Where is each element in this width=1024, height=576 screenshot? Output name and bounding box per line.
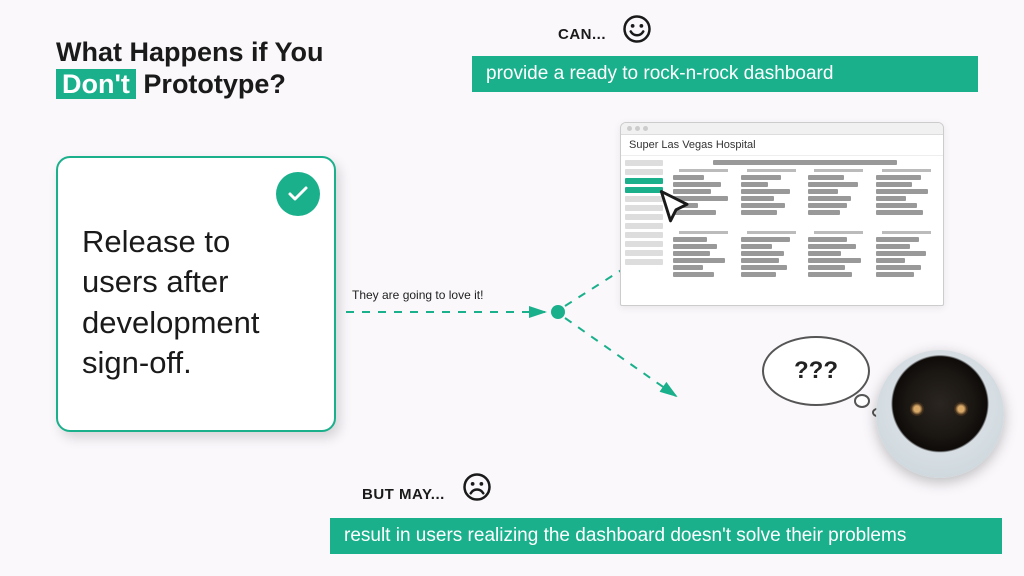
title-highlight: Don't xyxy=(56,69,136,99)
check-badge xyxy=(276,172,320,216)
sad-face-icon xyxy=(462,472,492,502)
can-label: CAN... xyxy=(558,26,606,43)
cursor-icon xyxy=(654,186,698,230)
dashboard-title: Super Las Vegas Hospital xyxy=(621,135,943,156)
branch-node xyxy=(551,305,565,319)
dashboard-main xyxy=(667,156,943,304)
thought-bubble: ??? xyxy=(762,336,882,428)
butmay-label: BUT MAY... xyxy=(362,486,445,503)
release-card: Release to users after development sign-… xyxy=(56,156,336,432)
butmay-banner: result in users realizing the dashboard … xyxy=(330,518,1002,554)
slide-title: What Happens if You Don't Prototype? xyxy=(56,36,324,101)
title-line2-rest: Prototype? xyxy=(143,69,286,99)
dashboard-sidebar xyxy=(621,156,667,304)
window-chrome xyxy=(621,123,943,135)
confused-user-avatar xyxy=(876,350,1004,478)
card-text: Release to users after development sign-… xyxy=(82,222,310,383)
check-icon xyxy=(286,182,310,206)
can-banner: provide a ready to rock-n-rock dashboard xyxy=(472,56,978,92)
connector-label: They are going to love it! xyxy=(352,288,483,302)
dashboard-body xyxy=(621,156,943,304)
title-line1: What Happens if You xyxy=(56,37,324,67)
thought-text: ??? xyxy=(762,336,870,406)
thought-dot-icon xyxy=(854,394,870,408)
smiley-icon xyxy=(622,14,652,44)
